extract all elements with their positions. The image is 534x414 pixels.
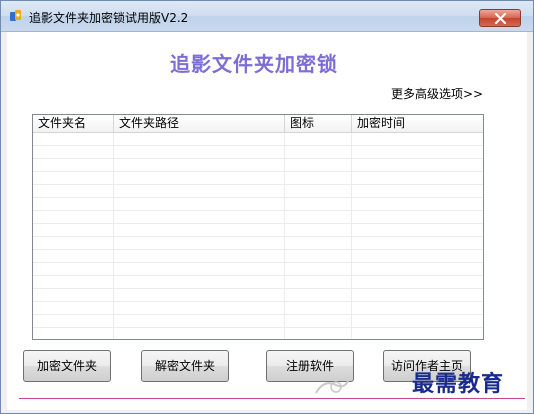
watermark-text: 最需教育	[412, 371, 505, 397]
decrypt-folder-button[interactable]: 解密文件夹	[141, 350, 229, 382]
more-options-link[interactable]: 更多高级选项>>	[391, 85, 483, 102]
table-body[interactable]	[33, 133, 483, 339]
title-bar[interactable]: 追影文件夹加密锁试用版V2.2	[1, 1, 533, 32]
close-icon	[494, 13, 507, 24]
column-header-folder-name[interactable]: 文件夹名	[33, 115, 114, 132]
app-icon	[9, 9, 23, 23]
table-header: 文件夹名 文件夹路径 图标 加密时间	[33, 115, 483, 133]
column-header-encrypt-time[interactable]: 加密时间	[352, 115, 483, 132]
column-divider	[113, 133, 114, 339]
client-area: 追影文件夹加密锁 更多高级选项>> 文件夹名 文件夹路径 图标 加密时间 加密文…	[7, 32, 527, 410]
app-window: 追影文件夹加密锁试用版V2.2 追影文件夹加密锁 更多高级选项>> 文件夹名 文…	[0, 0, 534, 414]
window-title: 追影文件夹加密锁试用版V2.2	[29, 11, 189, 25]
column-divider	[351, 133, 352, 339]
close-button[interactable]	[479, 9, 521, 27]
divider	[19, 398, 525, 399]
watermark-logo-icon	[315, 380, 349, 394]
page-title: 追影文件夹加密锁	[170, 52, 338, 76]
column-divider	[284, 133, 285, 339]
column-header-folder-path[interactable]: 文件夹路径	[114, 115, 285, 132]
encrypt-folder-button[interactable]: 加密文件夹	[23, 350, 111, 382]
column-header-icon[interactable]: 图标	[285, 115, 352, 132]
folder-list-table[interactable]: 文件夹名 文件夹路径 图标 加密时间	[32, 114, 484, 340]
